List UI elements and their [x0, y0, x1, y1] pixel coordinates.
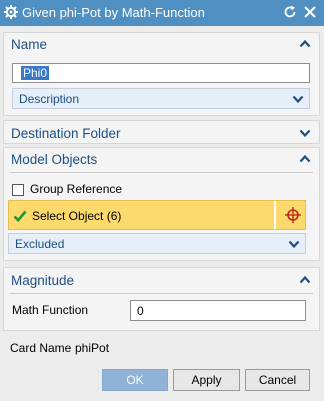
excluded-dropdown[interactable]: Excluded [8, 233, 306, 254]
name-section-title: Name [11, 37, 48, 52]
checkmark-icon [13, 210, 27, 223]
section-divider [10, 293, 313, 294]
chevron-down-icon [292, 95, 304, 104]
destination-section: Destination Folder [3, 120, 320, 144]
math-function-value: 0 [137, 304, 144, 318]
magnitude-section-title: Magnitude [11, 273, 75, 288]
name-section: Name Phi0 Description [3, 32, 320, 116]
close-icon[interactable] [303, 5, 317, 19]
crosshair-icon[interactable] [285, 207, 301, 223]
chevron-up-icon[interactable] [299, 274, 311, 286]
description-dropdown[interactable]: Description [12, 88, 310, 109]
gear-icon[interactable] [4, 5, 18, 19]
apply-button[interactable]: Apply [173, 369, 240, 391]
math-function-input[interactable]: 0 [130, 300, 306, 321]
name-value: Phi0 [21, 66, 50, 80]
group-reference-label: Group Reference [30, 182, 123, 196]
magnitude-section: Magnitude [3, 267, 320, 331]
reset-icon[interactable] [283, 5, 297, 19]
select-object-divider [274, 201, 276, 229]
destination-section-header[interactable]: Destination Folder [4, 122, 321, 144]
section-divider [10, 172, 313, 173]
select-object-label: Select Object (6) [32, 209, 122, 223]
ok-button[interactable]: OK [102, 369, 168, 391]
chevron-down-icon[interactable] [299, 127, 311, 139]
group-reference-checkbox[interactable] [12, 184, 24, 196]
excluded-label: Excluded [15, 237, 65, 251]
destination-section-title: Destination Folder [11, 126, 121, 141]
chevron-down-icon [288, 240, 300, 249]
model-objects-section-header[interactable]: Model Objects [4, 148, 321, 170]
magnitude-section-header[interactable]: Magnitude [4, 269, 321, 291]
window-title: Given phi-Pot by Math-Function [22, 5, 205, 20]
chevron-up-icon[interactable] [299, 38, 311, 50]
card-name-value: phiPot [75, 341, 110, 355]
dialog: Given phi-Pot by Math-Function Name Phi0… [0, 0, 324, 401]
cancel-button[interactable]: Cancel [245, 369, 310, 391]
math-function-label: Math Function [12, 303, 89, 317]
select-object-row[interactable]: Select Object (6) [8, 200, 306, 230]
title-bar: Given phi-Pot by Math-Function [0, 0, 324, 26]
name-section-header[interactable]: Name [4, 33, 321, 55]
card-name-label: Card Name [10, 341, 72, 355]
description-label: Description [19, 92, 80, 106]
model-objects-section-title: Model Objects [11, 152, 98, 167]
chevron-up-icon[interactable] [299, 153, 311, 165]
name-input[interactable]: Phi0 [12, 63, 310, 83]
